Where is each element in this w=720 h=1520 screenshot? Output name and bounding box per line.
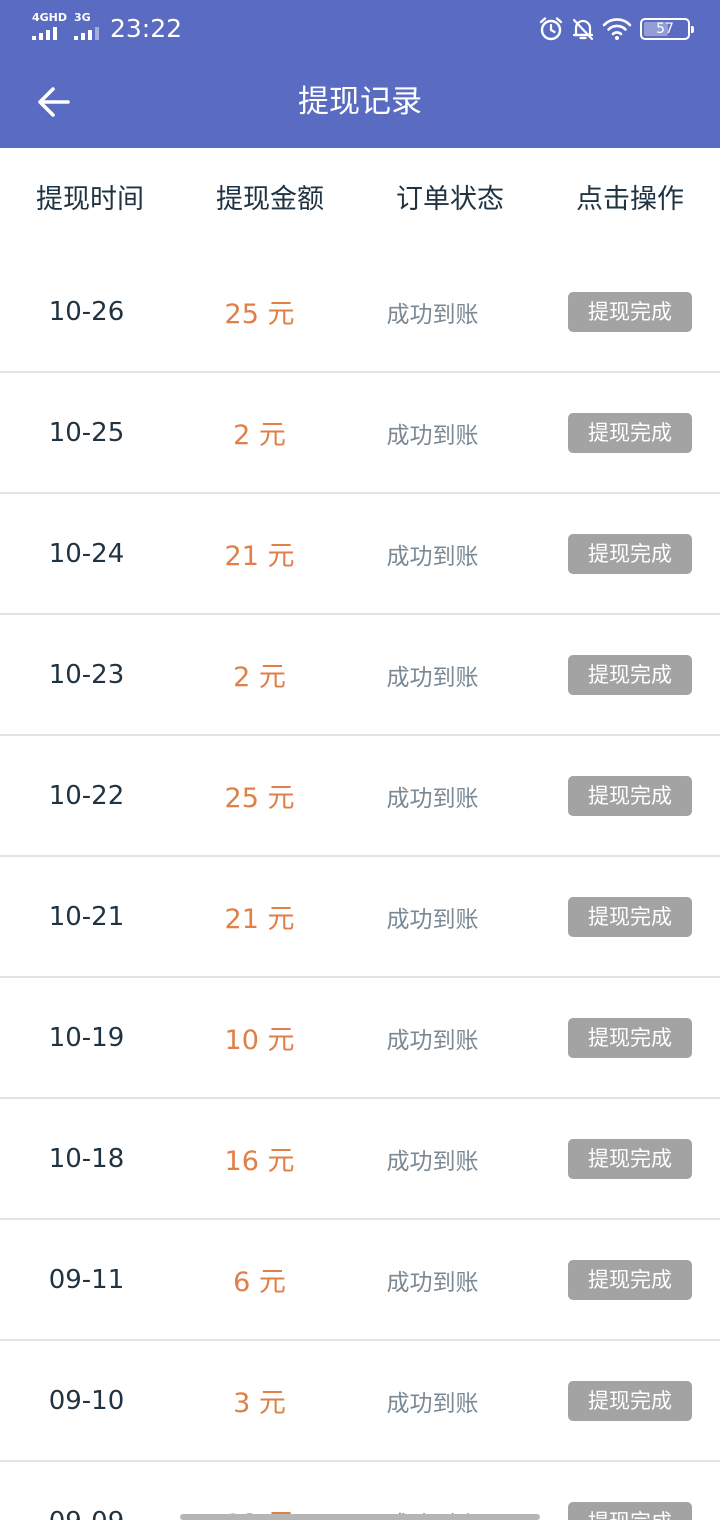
- table-header: 提现时间 提现金额 订单状态 点击操作: [0, 148, 720, 252]
- page-title: 提现记录: [298, 84, 422, 120]
- row-amount: 25 元: [224, 783, 295, 814]
- status-icons: 57: [532, 14, 694, 44]
- table-row: 10-21 21 元 成功到账 提现完成: [0, 857, 720, 978]
- withdraw-complete-button[interactable]: 提现完成: [568, 775, 692, 816]
- screen: 4GHD 3G 23:22 57 提现记录 提现时间 提现金额 订单状态 点击操…: [0, 0, 720, 1520]
- table-row: 10-25 2 元 成功到账 提现完成: [0, 373, 720, 494]
- row-amount: 2 元: [233, 662, 286, 693]
- withdraw-complete-button[interactable]: 提现完成: [568, 654, 692, 695]
- withdraw-complete-button[interactable]: 提现完成: [568, 1138, 692, 1179]
- app-bar: 提现记录: [0, 58, 720, 148]
- table-row: 09-09 12 元 成功到账 提现完成: [0, 1462, 720, 1520]
- network-label-2: 3G: [74, 11, 91, 24]
- table-row: 10-26 25 元 成功到账 提现完成: [0, 252, 720, 373]
- row-amount: 3 元: [233, 1388, 286, 1419]
- withdraw-complete-button[interactable]: 提现完成: [568, 412, 692, 453]
- table-row: 09-11 6 元 成功到账 提现完成: [0, 1220, 720, 1341]
- table-row: 10-24 21 元 成功到账 提现完成: [0, 494, 720, 615]
- withdrawal-list: 10-26 25 元 成功到账 提现完成 10-25 2 元 成功到账 提现完成…: [0, 252, 720, 1520]
- row-status: 成功到账: [386, 664, 479, 691]
- row-amount: 21 元: [224, 904, 295, 935]
- withdraw-complete-button[interactable]: 提现完成: [568, 1259, 692, 1300]
- row-date: 10-23: [48, 659, 125, 690]
- withdraw-complete-button[interactable]: 提现完成: [568, 1501, 692, 1520]
- row-amount: 21 元: [224, 541, 295, 572]
- signal-3g-icon: 3G: [74, 12, 110, 42]
- row-amount: 25 元: [224, 299, 295, 330]
- row-status: 成功到账: [386, 301, 479, 328]
- row-status: 成功到账: [386, 1148, 479, 1175]
- withdraw-complete-button[interactable]: 提现完成: [568, 896, 692, 937]
- row-date: 09-10: [48, 1385, 125, 1416]
- withdraw-complete-button[interactable]: 提现完成: [568, 291, 692, 332]
- withdraw-complete-button[interactable]: 提现完成: [568, 533, 692, 574]
- row-status: 成功到账: [386, 1027, 479, 1054]
- row-date: 09-09: [49, 1507, 125, 1520]
- table-row: 10-18 16 元 成功到账 提现完成: [0, 1099, 720, 1220]
- signal-4g-icon: 4GHD: [32, 12, 68, 42]
- alarm-icon: [539, 17, 563, 41]
- row-date: 10-18: [48, 1143, 125, 1174]
- header: 4GHD 3G 23:22 57 提现记录: [0, 0, 720, 148]
- row-date: 10-25: [48, 417, 125, 448]
- row-amount: 16 元: [224, 1146, 295, 1177]
- table-row: 10-19 10 元 成功到账 提现完成: [0, 978, 720, 1099]
- row-status: 成功到账: [386, 785, 479, 812]
- row-date: 09-11: [48, 1264, 125, 1295]
- row-status: 成功到账: [386, 543, 479, 570]
- network-label-1: 4GHD: [32, 11, 68, 24]
- status-bar: 4GHD 3G 23:22 57: [0, 0, 720, 58]
- bell-off-icon: [572, 18, 594, 41]
- row-date: 10-21: [48, 901, 125, 932]
- row-status: 成功到账: [386, 422, 479, 449]
- table-row: 10-23 2 元 成功到账 提现完成: [0, 615, 720, 736]
- row-date: 10-22: [48, 780, 125, 811]
- row-status: 成功到账: [386, 906, 479, 933]
- row-status: 成功到账: [386, 1390, 479, 1417]
- column-header-amount: 提现金额: [216, 184, 324, 215]
- column-header-time: 提现时间: [36, 184, 144, 215]
- wifi-icon: [602, 18, 632, 40]
- row-amount: 6 元: [233, 1267, 286, 1298]
- row-status: 成功到账: [386, 1269, 479, 1296]
- table-row: 09-10 3 元 成功到账 提现完成: [0, 1341, 720, 1462]
- row-date: 10-24: [48, 538, 125, 569]
- withdraw-complete-button[interactable]: 提现完成: [568, 1380, 692, 1421]
- row-date: 10-26: [48, 296, 125, 327]
- row-amount: 2 元: [233, 420, 286, 451]
- row-date: 10-19: [48, 1022, 125, 1053]
- battery-icon: 57: [640, 18, 694, 40]
- row-amount: 10 元: [224, 1025, 295, 1056]
- status-time: 23:22: [110, 14, 183, 43]
- column-header-status: 订单状态: [396, 184, 504, 215]
- table-row: 10-22 25 元 成功到账 提现完成: [0, 736, 720, 857]
- scroll-indicator: [180, 1514, 540, 1520]
- withdraw-complete-button[interactable]: 提现完成: [568, 1017, 692, 1058]
- column-header-action: 点击操作: [576, 184, 684, 215]
- battery-percent: 57: [656, 21, 674, 37]
